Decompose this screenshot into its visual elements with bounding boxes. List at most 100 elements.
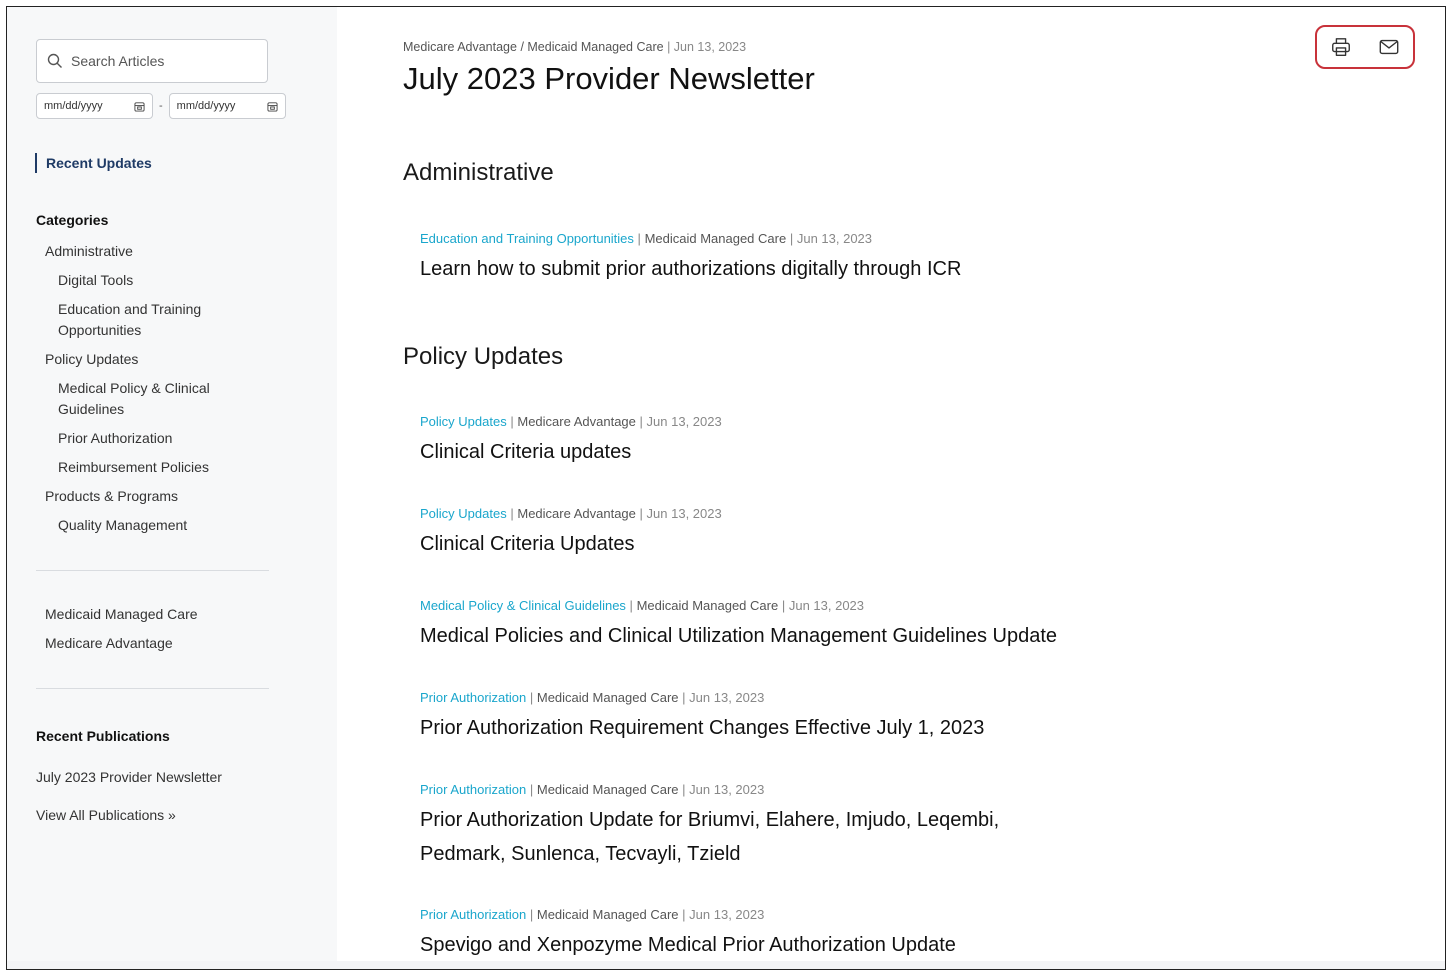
calendar-icon [134,101,145,112]
article-date: Jun 13, 2023 [689,690,765,705]
nav-category-prior-authorization[interactable]: Prior Authorization [58,428,172,449]
email-button[interactable] [1377,35,1401,59]
article-date: Jun 13, 2023 [646,506,722,521]
article-meta: Policy Updates | Medicare Advantage | Ju… [420,506,1080,521]
article-title-link[interactable]: Clinical Criteria updates [420,435,1080,469]
article-meta: Medicare Advantage / Medicaid Managed Ca… [403,40,746,54]
meta-separator: | [682,907,686,922]
article-item: Policy Updates | Medicare Advantage | Ju… [420,414,1080,469]
nav-recent-updates[interactable]: Recent Updates [35,153,152,173]
date-from-value: mm/dd/yyyy [44,100,103,112]
article-item: Policy Updates | Medicare Advantage | Ju… [420,506,1080,561]
article-date: Jun 13, 2023 [689,782,765,797]
search-box[interactable] [36,39,268,83]
nav-line-medicare[interactable]: Medicare Advantage [45,633,173,654]
meta-separator: | [682,690,686,705]
nav-category-administrative[interactable]: Administrative [45,241,133,262]
meta-separator: | [510,506,514,521]
date-to-value: mm/dd/yyyy [176,100,236,112]
article-title-link[interactable]: Spevigo and Xenpozyme Medical Prior Auth… [420,928,1080,962]
article-date: Jun 13, 2023 [646,414,722,429]
nav-category-medical-policy[interactable]: Medical Policy & Clinical Guidelines [58,378,233,420]
meta-separator: | [667,40,671,54]
date-range-filter: mm/dd/yyyy - mm/dd/yyyy [36,93,286,119]
sidebar-divider [36,570,269,571]
mail-icon [1379,39,1399,55]
meta-separator: | [529,782,534,797]
article-line-of-business: Medicaid Managed Care [644,231,787,246]
publish-date: Jun 13, 2023 [673,40,747,54]
article-date: Jun 13, 2023 [788,598,865,613]
article-meta: Prior Authorization | Medicaid Managed C… [420,690,1080,705]
article-meta: Policy Updates | Medicare Advantage | Ju… [420,414,1080,429]
article-title-link[interactable]: Prior Authorization Update for Briumvi, … [420,803,1060,871]
nav-category-digital-tools[interactable]: Digital Tools [58,270,133,291]
meta-separator: | [510,414,514,429]
date-from-field[interactable]: mm/dd/yyyy [36,93,153,119]
meta-separator: | [789,231,794,246]
article-line-of-business: Medicaid Managed Care [536,907,679,922]
categories-heading: Categories [36,212,109,228]
meta-separator: | [529,907,534,922]
article-meta: Prior Authorization | Medicaid Managed C… [420,782,1060,797]
article-category-link[interactable]: Prior Authorization [420,690,526,705]
nav-line-medicaid[interactable]: Medicaid Managed Care [45,604,198,625]
nav-category-policy-updates[interactable]: Policy Updates [45,349,138,370]
article-title-link[interactable]: Medical Policies and Clinical Utilizatio… [420,619,1140,653]
article-category-link[interactable]: Prior Authorization [420,782,526,797]
article-line-of-business: Medicaid Managed Care [536,782,679,797]
article-title-link[interactable]: Clinical Criteria Updates [420,527,1080,561]
article-meta: Prior Authorization | Medicaid Managed C… [420,907,1080,922]
article-category-link[interactable]: Education and Training Opportunities [420,231,634,246]
article-item: Prior Authorization | Medicaid Managed C… [420,690,1080,745]
meta-separator: | [781,598,786,613]
breadcrumb: Medicare Advantage / Medicaid Managed Ca… [403,40,664,54]
page-frame: mm/dd/yyyy - mm/dd/yyyy Recent Updates C… [6,6,1446,970]
nav-category-reimbursement-policies[interactable]: Reimbursement Policies [58,457,209,478]
date-to-field[interactable]: mm/dd/yyyy [168,93,286,119]
article-category-link[interactable]: Medical Policy & Clinical Guidelines [420,598,626,613]
search-input[interactable] [71,53,261,69]
share-actions [1315,25,1415,69]
printer-icon [1332,38,1350,56]
meta-separator: | [639,506,643,521]
article-date: Jun 13, 2023 [796,231,873,246]
bottom-scroll-strip [7,961,1445,969]
recent-publications-heading: Recent Publications [36,728,170,744]
calendar-icon [267,101,278,112]
meta-separator: | [682,782,686,797]
article-line-of-business: Medicaid Managed Care [636,598,779,613]
nav-category-quality-management[interactable]: Quality Management [58,515,187,536]
article-title-link[interactable]: Learn how to submit prior authorizations… [420,252,1080,286]
page-title: July 2023 Provider Newsletter [403,61,815,96]
meta-separator: | [629,598,633,613]
article-item: Education and Training Opportunities | M… [420,231,1080,286]
date-range-separator: - [159,100,163,112]
article-line-of-business: Medicare Advantage [517,506,636,521]
publication-link[interactable]: July 2023 Provider Newsletter [36,767,222,788]
article-category-link[interactable]: Policy Updates [420,506,507,521]
section-heading-administrative: Administrative [403,159,554,186]
print-button[interactable] [1329,35,1353,59]
article-line-of-business: Medicare Advantage [517,414,636,429]
meta-separator: | [637,231,641,246]
article-category-link[interactable]: Prior Authorization [420,907,526,922]
section-heading-policy-updates: Policy Updates [403,343,564,370]
article-category-link[interactable]: Policy Updates [420,414,507,429]
article-title-link[interactable]: Prior Authorization Requirement Changes … [420,711,1080,745]
nav-category-education-training[interactable]: Education and Training Opportunities [58,299,228,341]
article-item: Prior Authorization | Medicaid Managed C… [420,907,1080,962]
search-icon [47,53,62,68]
nav-category-products-programs[interactable]: Products & Programs [45,486,178,507]
article-item: Medical Policy & Clinical Guidelines | M… [420,598,1140,653]
meta-separator: | [529,690,534,705]
sidebar-divider [36,688,269,689]
article-meta: Medical Policy & Clinical Guidelines | M… [420,598,1140,613]
main-content: Medicare Advantage / Medicaid Managed Ca… [337,7,1445,969]
view-all-publications-link[interactable]: View All Publications » [36,805,176,826]
meta-separator: | [639,414,643,429]
article-item: Prior Authorization | Medicaid Managed C… [420,782,1060,871]
article-line-of-business: Medicaid Managed Care [536,690,679,705]
article-date: Jun 13, 2023 [689,907,765,922]
article-meta: Education and Training Opportunities | M… [420,231,1080,246]
